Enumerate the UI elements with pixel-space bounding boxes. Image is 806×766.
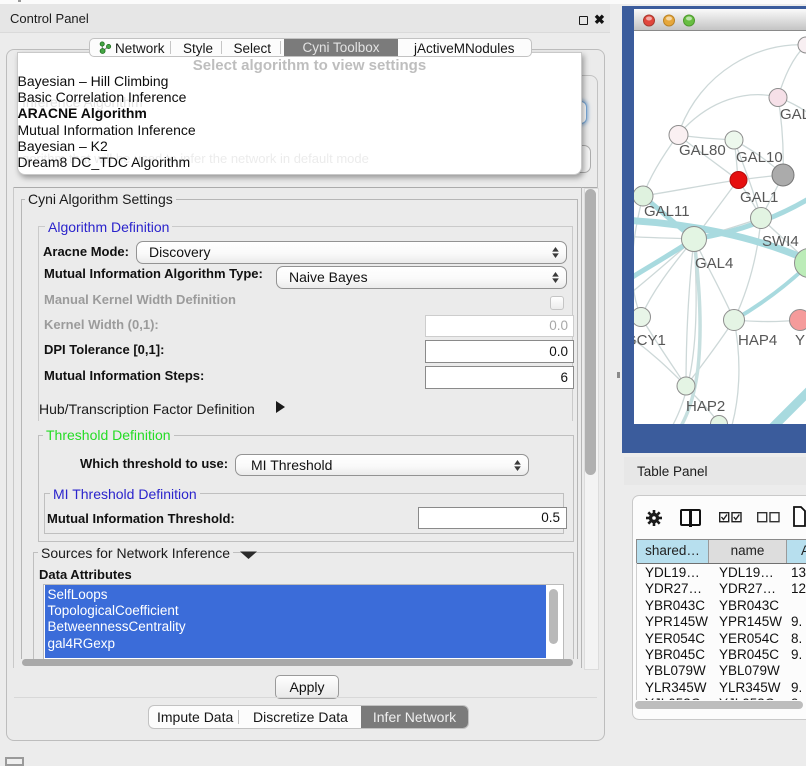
svg-text:GAL10: GAL10 bbox=[736, 149, 783, 166]
svg-text:GAL: GAL bbox=[780, 106, 806, 123]
svg-text:GAL11: GAL11 bbox=[644, 203, 690, 220]
svg-text:SWI4: SWI4 bbox=[762, 233, 799, 250]
svg-text:GAL4: GAL4 bbox=[695, 255, 733, 272]
svg-text:HAP4: HAP4 bbox=[738, 332, 777, 349]
svg-text:GAL80: GAL80 bbox=[679, 142, 726, 159]
svg-text:GAL1: GAL1 bbox=[740, 189, 778, 206]
svg-text:GCY1: GCY1 bbox=[634, 332, 666, 349]
svg-text:HAP2: HAP2 bbox=[686, 398, 725, 415]
svg-text:Y: Y bbox=[795, 332, 805, 349]
